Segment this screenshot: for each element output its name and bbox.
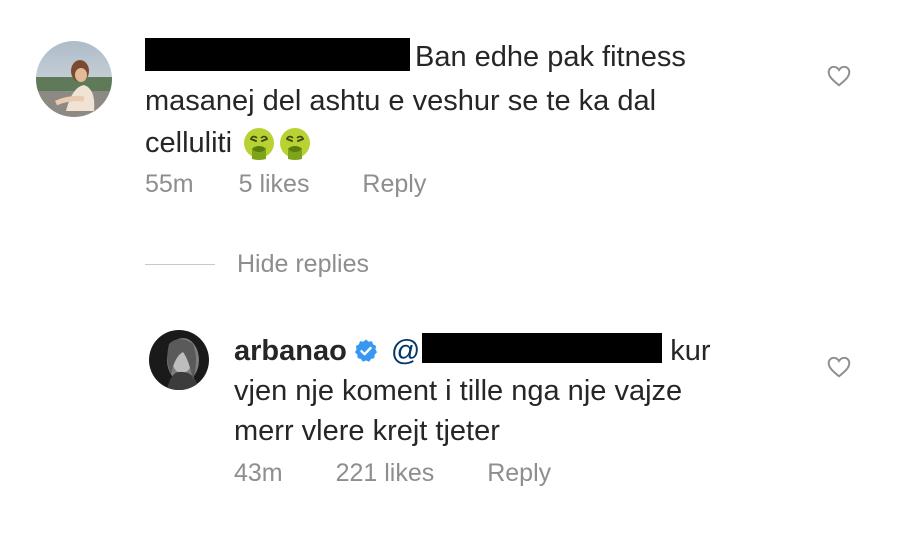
comment-meta: 55m 5 likes Reply bbox=[145, 170, 426, 199]
divider-line bbox=[145, 264, 215, 265]
reply-text-line-1: arbanao @ kur bbox=[234, 330, 711, 372]
mention-link[interactable]: @ bbox=[391, 330, 670, 372]
reply-button[interactable]: Reply bbox=[362, 170, 426, 199]
like-heart-icon[interactable] bbox=[826, 354, 852, 380]
comment-time: 55m bbox=[145, 170, 194, 198]
reply-username[interactable]: arbanao bbox=[234, 330, 347, 372]
comment-likes[interactable]: 5 likes bbox=[239, 170, 310, 199]
nauseated-vomit-face-icon bbox=[242, 126, 276, 160]
reply-avatar[interactable] bbox=[149, 330, 209, 390]
verified-badge-icon bbox=[353, 338, 379, 364]
redacted-mention bbox=[422, 333, 663, 364]
comment-text-line-3: celluliti bbox=[145, 122, 312, 164]
comment-text-line-1: Ban edhe pak fitness bbox=[145, 36, 686, 78]
reply-meta: 43m 221 likes Reply bbox=[234, 459, 551, 488]
reply-text-line-3: merr vlere krejt tjeter bbox=[234, 415, 500, 447]
like-heart-icon[interactable] bbox=[826, 63, 852, 89]
nauseated-vomit-face-icon bbox=[278, 126, 312, 160]
reply-text-line-2: vjen nje koment i tille nga nje vajze bbox=[234, 375, 683, 407]
commenter-avatar[interactable] bbox=[36, 41, 112, 117]
reply-time: 43m bbox=[234, 459, 283, 487]
reply-button[interactable]: Reply bbox=[487, 459, 551, 488]
hide-replies-row[interactable]: Hide replies bbox=[145, 250, 369, 279]
hide-replies-button[interactable]: Hide replies bbox=[237, 250, 369, 279]
comment-text-word: celluliti bbox=[145, 127, 233, 159]
reply-likes[interactable]: 221 likes bbox=[336, 459, 435, 488]
reply-text-word: kur bbox=[670, 335, 711, 367]
comment-text-line-2: masanej del ashtu e veshur se te ka dal bbox=[145, 85, 657, 117]
redacted-username bbox=[145, 37, 410, 71]
